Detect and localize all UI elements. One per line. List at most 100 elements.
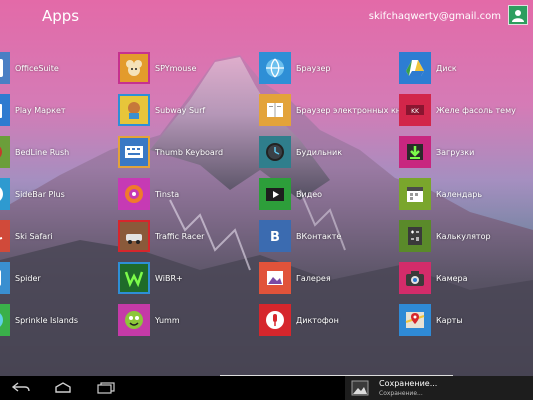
app-traffic-racer[interactable]: Traffic Racer	[118, 218, 204, 254]
app-label: Браузер	[296, 63, 331, 73]
camera-icon	[406, 271, 424, 286]
app-label: Браузер электронных книг	[296, 105, 411, 115]
app-wibr[interactable]: WiBR+	[118, 260, 183, 296]
app-label: Карты	[436, 315, 463, 325]
app-maps[interactable]: Карты	[399, 302, 463, 338]
browser-icon	[266, 58, 284, 78]
app-label: BedLine Rush	[15, 147, 70, 157]
alarm-clock-icon	[266, 143, 284, 161]
app-label: Spider	[15, 273, 41, 283]
app-label: Диск	[436, 63, 457, 73]
app-sprinkle-islands[interactable]: Sprinkle Islands	[0, 302, 78, 338]
app-officesuite[interactable]: OfficeSuite	[0, 50, 59, 86]
app-recorder[interactable]: Диктофон	[259, 302, 339, 338]
app-label: SPYmouse	[155, 63, 197, 73]
app-label: Желе фасоль тему	[436, 105, 516, 115]
notification-subtitle: Сохранение...	[379, 390, 423, 397]
app-sidebar-plus[interactable]: SideBar Plus	[0, 176, 65, 212]
app-label: Play Маркет	[15, 105, 66, 115]
page-title: Apps	[42, 7, 80, 25]
svg-text:B: B	[270, 230, 280, 245]
app-jelly-bean-theme[interactable]: KK Желе фасоль тему	[399, 92, 516, 128]
back-icon	[11, 382, 30, 392]
ski-safari-icon	[0, 237, 3, 240]
app-spider[interactable]: Spider	[0, 260, 41, 296]
app-label: Галерея	[296, 273, 331, 283]
subway-surf-icon	[128, 102, 140, 119]
app-label: SideBar Plus	[15, 189, 65, 199]
jelly-bean-theme-icon: KK	[406, 105, 424, 115]
apps-header: Apps skifchaqwerty@gmail.com	[0, 0, 533, 34]
spymouse-icon	[126, 60, 142, 76]
notification-title: Сохранение...	[379, 379, 438, 388]
bedline-rush-icon	[0, 146, 2, 158]
app-bedline-rush[interactable]: BedLine Rush	[0, 134, 69, 170]
app-alarm-clock[interactable]: Будильник	[259, 134, 342, 170]
spider-icon	[0, 270, 1, 286]
ebook-browser-icon	[267, 103, 283, 117]
calculator-icon	[408, 227, 422, 245]
vkontakte-icon: B	[270, 230, 280, 245]
account-email[interactable]: skifchaqwerty@gmail.com	[369, 11, 501, 22]
app-label: Tinsta	[155, 189, 180, 199]
traffic-racer-icon	[126, 234, 142, 244]
wibr-icon	[124, 271, 144, 288]
app-yumm[interactable]: Yumm	[118, 302, 180, 338]
app-vkontakte[interactable]: B ВКонтакте	[259, 218, 341, 254]
avatar[interactable]	[508, 5, 528, 25]
app-label: Sprinkle Islands	[15, 315, 79, 325]
app-drive[interactable]: Диск	[399, 50, 457, 86]
app-label: Traffic Racer	[155, 231, 205, 241]
app-calculator[interactable]: Калькулятор	[399, 218, 491, 254]
app-play-store[interactable]: Play Маркет	[0, 92, 66, 128]
sprinkle-islands-icon	[0, 313, 3, 327]
app-label: Календарь	[436, 189, 483, 199]
officesuite-icon	[0, 59, 3, 77]
app-label: ВКонтакте	[296, 231, 342, 241]
app-gallery[interactable]: Галерея	[259, 260, 331, 296]
video-icon	[266, 188, 284, 201]
app-label: Камера	[436, 273, 468, 283]
yumm-icon	[125, 311, 143, 329]
app-ski-safari[interactable]: Ski Safari	[0, 218, 53, 254]
gallery-icon	[267, 271, 283, 285]
user-icon	[512, 10, 524, 22]
thumb-keyboard-icon	[125, 146, 143, 158]
play-store-icon	[0, 104, 2, 118]
home-icon	[55, 382, 71, 393]
app-thumb-keyboard[interactable]: Thumb Keyboard	[118, 134, 223, 170]
screenshot-icon	[351, 380, 369, 396]
app-label: Thumb Keyboard	[155, 147, 224, 157]
app-browser[interactable]: Браузер	[259, 50, 330, 86]
app-label: Загрузки	[436, 147, 475, 157]
app-label: WiBR+	[155, 273, 183, 283]
downloads-icon	[407, 144, 423, 160]
app-tinsta[interactable]: Tinsta	[118, 176, 179, 212]
back-button[interactable]	[10, 380, 32, 396]
recents-icon	[97, 382, 115, 394]
recents-button[interactable]	[95, 380, 117, 396]
app-spymouse[interactable]: SPYmouse	[118, 50, 196, 86]
app-label: Будильник	[296, 147, 343, 157]
app-video[interactable]: Видео	[259, 176, 322, 212]
app-label: Видео	[296, 189, 323, 199]
app-label: Калькулятор	[436, 231, 491, 241]
app-label: OfficeSuite	[15, 63, 59, 73]
app-camera[interactable]: Камера	[399, 260, 468, 296]
app-subway-surf[interactable]: Subway Surf	[118, 92, 205, 128]
sidebar-plus-icon	[0, 187, 3, 201]
app-label: Ski Safari	[15, 231, 53, 241]
tinsta-icon	[125, 185, 143, 203]
app-label: Subway Surf	[155, 105, 206, 115]
app-downloads[interactable]: Загрузки	[399, 134, 474, 170]
home-button[interactable]	[52, 380, 74, 396]
saving-notification[interactable]: Сохранение... Сохранение...	[345, 376, 533, 400]
maps-icon	[405, 312, 425, 328]
app-ebook-browser[interactable]: Браузер электронных книг	[259, 92, 410, 128]
app-label: Диктофон	[296, 315, 339, 325]
svg-text:KK: KK	[411, 108, 420, 115]
app-calendar[interactable]: Календарь	[399, 176, 482, 212]
calendar-icon	[407, 187, 423, 202]
app-label: Yumm	[155, 315, 180, 325]
recorder-icon	[266, 311, 284, 329]
